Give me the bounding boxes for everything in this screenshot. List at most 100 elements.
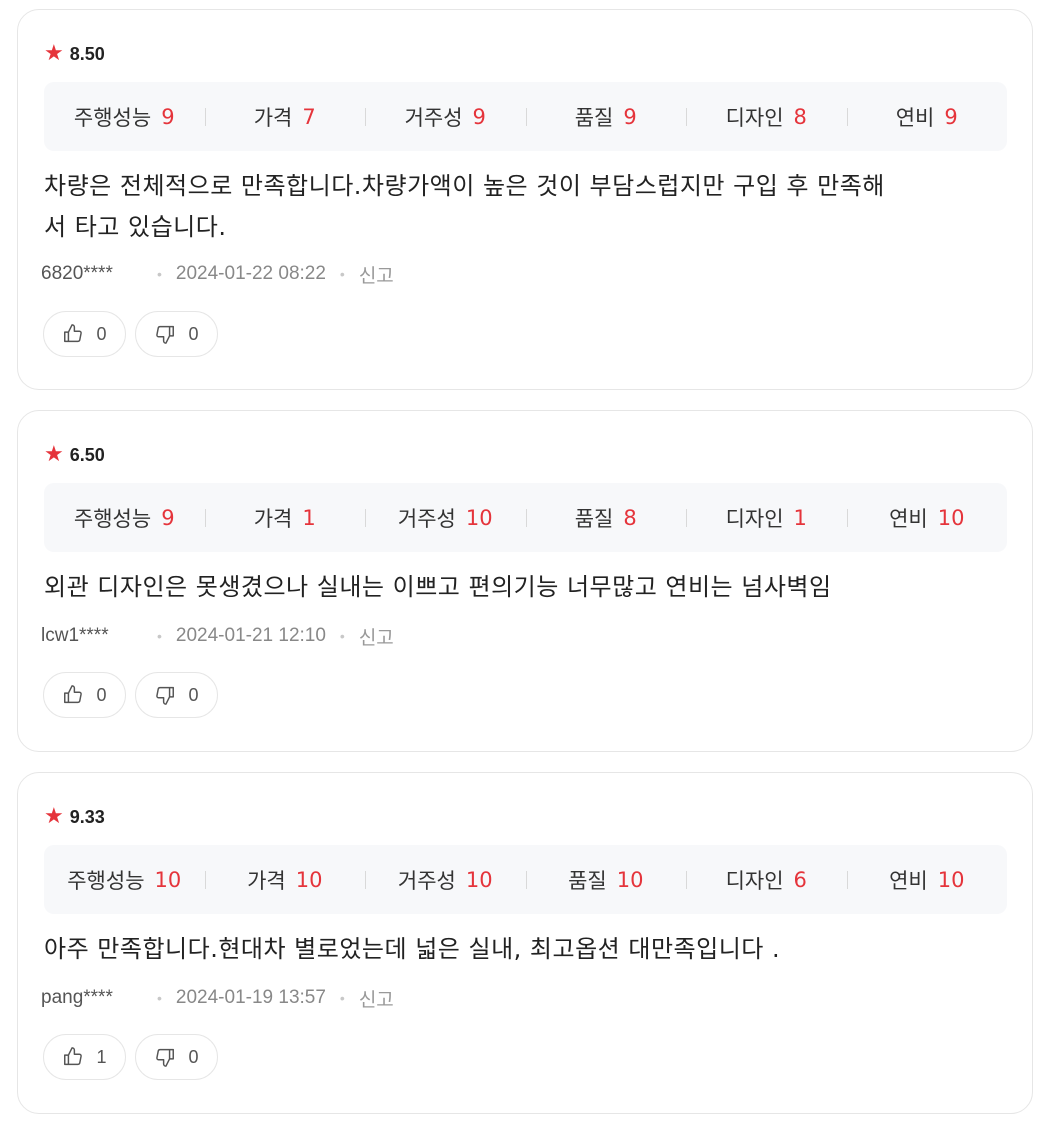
review-meta: 6820**** • 2024-01-22 08:22 • 신고 [41, 261, 394, 288]
rating: ★ 9.33 [44, 805, 105, 829]
like-count: 0 [96, 684, 107, 705]
category-value: 10 [295, 867, 323, 892]
like-count: 1 [96, 1046, 107, 1067]
category-item: 거주성 10 [365, 503, 526, 533]
dislike-count: 0 [188, 684, 199, 705]
rating: ★ 8.50 [44, 42, 105, 66]
category-item: 디자인 1 [686, 503, 847, 533]
category-item: 가격 7 [204, 102, 366, 132]
rating-score: 6.50 [69, 444, 105, 465]
category-item: 연비 10 [846, 865, 1008, 895]
category-value: 7 [302, 104, 316, 129]
category-label: 가격 [253, 506, 293, 531]
category-value: 8 [793, 104, 807, 129]
category-value: 6 [793, 867, 807, 892]
thumbs-down-icon [156, 325, 175, 344]
review-date: 2024-01-21 12:10 [175, 625, 326, 646]
category-value: 9 [161, 505, 175, 530]
review-author: pang**** [41, 987, 113, 1008]
thumbs-up-icon [64, 685, 83, 704]
category-value: 10 [937, 505, 965, 530]
separator-dot: • [157, 628, 162, 644]
separator-dot: • [157, 990, 162, 1006]
category-label: 연비 [889, 868, 928, 893]
category-scores: 주행성능 9 가격 7 거주성 9 품질 9 디자인 8 연비 9 [44, 82, 1007, 151]
star-icon: ★ [44, 41, 64, 66]
category-label: 거주성 [404, 105, 463, 130]
category-label: 주행성능 [73, 506, 152, 531]
review-meta: pang**** • 2024-01-19 13:57 • 신고 [41, 985, 394, 1012]
category-item: 가격 10 [204, 865, 366, 895]
category-item: 주행성능 9 [44, 503, 205, 533]
like-button[interactable]: 0 [43, 672, 126, 718]
category-value: 1 [793, 505, 807, 530]
report-link[interactable]: 신고 [359, 623, 394, 650]
category-label: 품질 [574, 506, 614, 531]
review-text: 외관 디자인은 못생겼으나 실내는 이쁘고 편의기능 너무많고 연비는 넘사벽임 [44, 567, 1009, 608]
category-item: 디자인 6 [686, 865, 847, 895]
review-text-line: 차량은 전체적으로 만족합니다.차량가액이 높은 것이 부담스럽지만 구입 후 … [44, 172, 885, 200]
review-date: 2024-01-22 08:22 [175, 263, 326, 284]
category-value: 10 [937, 867, 965, 892]
category-label: 품질 [568, 868, 607, 893]
review-text-line: 외관 디자인은 못생겼으나 실내는 이쁘고 편의기능 너무많고 연비는 넘사벽임 [44, 573, 832, 601]
category-item: 품질 10 [525, 865, 687, 895]
category-value: 10 [465, 505, 493, 530]
review-text-line: 서 타고 있습니다. [44, 213, 227, 241]
category-scores: 주행성능 10 가격 10 거주성 10 품질 10 디자인 6 연비 10 [44, 845, 1007, 914]
category-value: 10 [465, 867, 493, 892]
star-icon: ★ [44, 442, 64, 467]
review-text-line: 아주 만족합니다.현대차 별로었는데 넓은 실내, 최고옵션 대만족입니다 . [44, 935, 781, 963]
category-label: 품질 [574, 105, 614, 130]
category-label: 주행성능 [73, 105, 152, 130]
separator-dot: • [339, 266, 345, 282]
like-count: 0 [96, 323, 107, 344]
review-card: ★ 6.50 주행성능 9 가격 1 거주성 10 품질 8 디자인 1 연비 … [17, 410, 1033, 752]
review-meta: lcw1**** • 2024-01-21 12:10 • 신고 [41, 623, 394, 650]
category-value: 9 [472, 104, 486, 129]
category-value: 1 [302, 505, 316, 530]
category-item: 품질 8 [525, 503, 687, 533]
category-label: 디자인 [725, 506, 784, 531]
category-value: 10 [616, 867, 644, 892]
category-item: 주행성능 10 [44, 865, 205, 895]
category-value: 9 [623, 104, 637, 129]
category-value: 10 [154, 867, 182, 892]
category-label: 거주성 [397, 506, 456, 531]
category-label: 가격 [253, 105, 293, 130]
category-item: 가격 1 [204, 503, 366, 533]
report-link[interactable]: 신고 [359, 985, 394, 1012]
star-icon: ★ [44, 804, 64, 829]
category-scores: 주행성능 9 가격 1 거주성 10 품질 8 디자인 1 연비 10 [44, 483, 1007, 552]
category-label: 주행성능 [67, 868, 145, 893]
review-card: ★ 8.50 주행성능 9 가격 7 거주성 9 품질 9 디자인 8 연비 9… [17, 9, 1033, 390]
rating-score: 8.50 [69, 43, 105, 64]
thumbs-up-icon [64, 1047, 83, 1066]
report-link[interactable]: 신고 [359, 261, 394, 288]
category-label: 거주성 [397, 868, 456, 893]
separator-dot: • [339, 628, 345, 644]
category-item: 연비 9 [846, 102, 1008, 132]
category-value: 8 [623, 505, 637, 530]
category-value: 9 [161, 104, 175, 129]
dislike-button[interactable]: 0 [135, 1034, 218, 1080]
review-author: 6820**** [41, 263, 113, 284]
review-date: 2024-01-19 13:57 [175, 987, 326, 1008]
category-label: 가격 [247, 868, 286, 893]
category-item: 거주성 10 [365, 865, 526, 895]
review-author: lcw1**** [41, 625, 109, 646]
rating: ★ 6.50 [44, 443, 105, 467]
review-text: 아주 만족합니다.현대차 별로었는데 넓은 실내, 최고옵션 대만족입니다 . [44, 929, 1009, 970]
rating-score: 9.33 [69, 806, 105, 827]
thumbs-up-icon [64, 324, 83, 343]
dislike-count: 0 [188, 323, 199, 344]
review-card: ★ 9.33 주행성능 10 가격 10 거주성 10 품질 10 디자인 6 … [17, 772, 1033, 1114]
dislike-button[interactable]: 0 [135, 311, 218, 357]
like-button[interactable]: 0 [43, 311, 126, 357]
dislike-button[interactable]: 0 [135, 672, 218, 718]
category-value: 9 [944, 104, 958, 129]
review-text: 차량은 전체적으로 만족합니다.차량가액이 높은 것이 부담스럽지만 구입 후 … [44, 166, 1009, 248]
category-label: 연비 [889, 506, 928, 531]
separator-dot: • [157, 266, 162, 282]
like-button[interactable]: 1 [43, 1034, 126, 1080]
